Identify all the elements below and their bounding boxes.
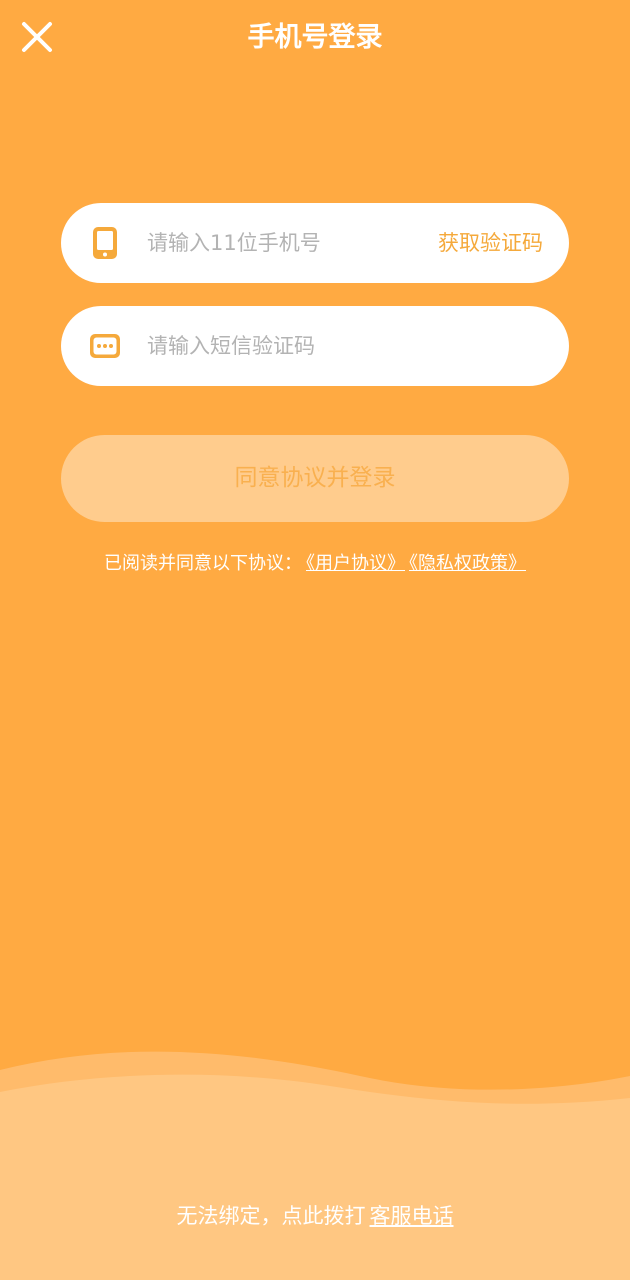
- agreement-prefix: 已阅读并同意以下协议：: [104, 553, 302, 574]
- support-notice: 无法绑定，点此拨打 客服电话: [0, 1200, 630, 1232]
- header-bar: 手机号登录: [0, 0, 630, 76]
- close-icon: [22, 22, 52, 52]
- wave-decoration: [0, 1040, 630, 1280]
- get-code-button[interactable]: 获取验证码: [438, 223, 543, 263]
- sms-code-field-row: [61, 306, 569, 386]
- agreement-notice: 已阅读并同意以下协议： 《用户协议》 《隐私权政策》: [0, 550, 630, 578]
- customer-service-phone-link[interactable]: 客服电话: [370, 1204, 454, 1228]
- agree-and-login-button[interactable]: 同意协议并登录: [61, 435, 569, 522]
- user-agreement-link[interactable]: 《用户协议》: [306, 553, 405, 574]
- sms-code-input[interactable]: [147, 326, 527, 366]
- phone-field-row: 获取验证码: [61, 203, 569, 283]
- phone-input[interactable]: [147, 223, 407, 263]
- close-button[interactable]: [16, 16, 58, 58]
- privacy-policy-link[interactable]: 《隐私权政策》: [409, 553, 526, 574]
- message-icon: [89, 329, 121, 363]
- phone-icon: [89, 226, 121, 260]
- support-prefix: 无法绑定，点此拨打: [176, 1204, 366, 1228]
- page-title: 手机号登录: [247, 22, 383, 53]
